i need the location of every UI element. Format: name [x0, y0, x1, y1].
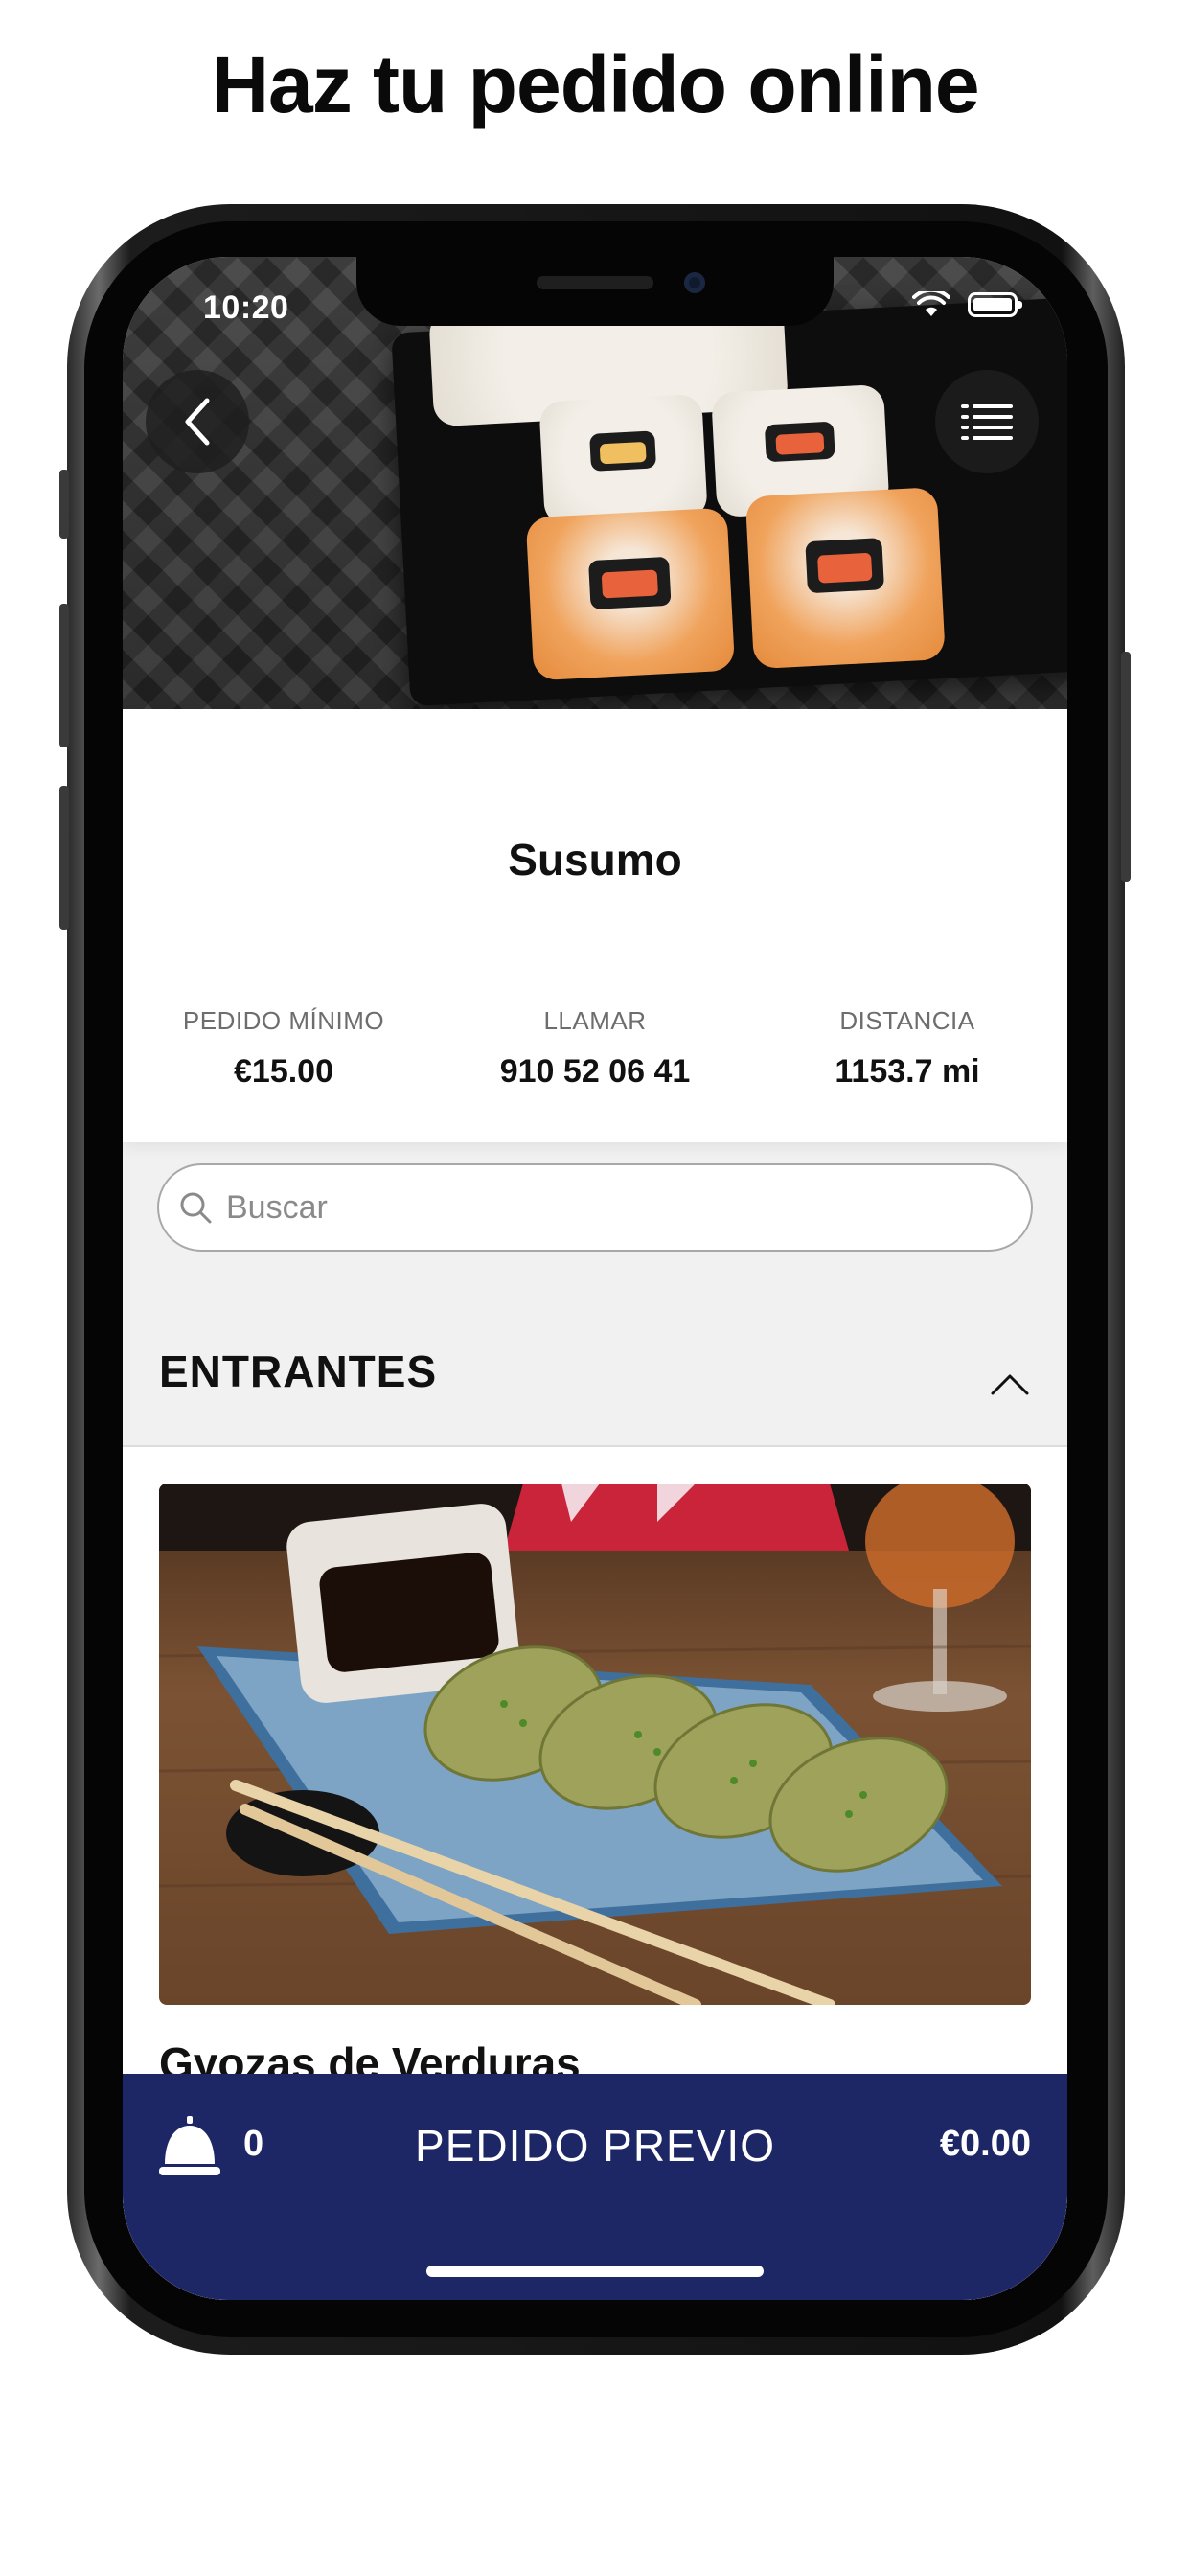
volume-up-button	[59, 604, 69, 748]
phone-number-link[interactable]: 910 52 06 41	[451, 1053, 739, 1091]
order-bar[interactable]: 0 PEDIDO PREVIO €0.00	[123, 2074, 1067, 2300]
gyoza-illustration	[159, 1484, 1031, 2005]
app-screen: 10:20 Susumo PEDIDO MÍNIMO €15.00 LLAMAR…	[123, 257, 1067, 2300]
back-button[interactable]	[146, 370, 249, 473]
restaurant-name: Susumo	[508, 835, 682, 885]
stat-value: 1153.7 mi	[835, 1053, 980, 1090]
chevron-left-icon	[185, 398, 210, 446]
sushi-tray	[391, 293, 1067, 707]
volume-down-button	[59, 786, 69, 930]
home-indicator[interactable]	[426, 2266, 764, 2277]
search-placeholder: Buscar	[226, 1188, 328, 1226]
stat-label: PEDIDO MÍNIMO	[182, 1006, 385, 1035]
status-time: 10:20	[203, 289, 289, 326]
side-button	[59, 470, 69, 539]
power-button	[1121, 652, 1131, 882]
stat-value: €15.00	[234, 1053, 333, 1090]
section-title[interactable]: ENTRANTES	[159, 1346, 437, 1397]
restaurant-info-card: Susumo PEDIDO MÍNIMO €15.00 LLAMAR 910 5…	[123, 709, 1067, 1142]
preorder-button[interactable]: PEDIDO PREVIO	[123, 2120, 1067, 2172]
notch	[356, 257, 834, 326]
cart-total: €0.00	[939, 2124, 1031, 2164]
search-icon	[180, 1192, 212, 1224]
stat-label: DISTANCIA	[839, 1006, 975, 1035]
chevron-up-icon[interactable]	[989, 1370, 1031, 1397]
status-icons	[912, 291, 1022, 318]
menu-button[interactable]	[935, 370, 1039, 473]
battery-icon	[968, 292, 1022, 317]
wifi-icon	[912, 291, 950, 316]
stat-call[interactable]: LLAMAR 910 52 06 41	[451, 1006, 739, 1091]
promo-headline: Haz tu pedido online	[211, 39, 979, 129]
hamburger-menu-icon	[961, 404, 1013, 440]
stat-minimum-order: PEDIDO MÍNIMO €15.00	[140, 1006, 427, 1091]
search-input[interactable]: Buscar	[157, 1163, 1033, 1252]
stat-label: LLAMAR	[543, 1006, 647, 1035]
menu-item-image[interactable]	[159, 1484, 1031, 2005]
stat-distance: DISTANCIA 1153.7 mi	[764, 1006, 1051, 1091]
